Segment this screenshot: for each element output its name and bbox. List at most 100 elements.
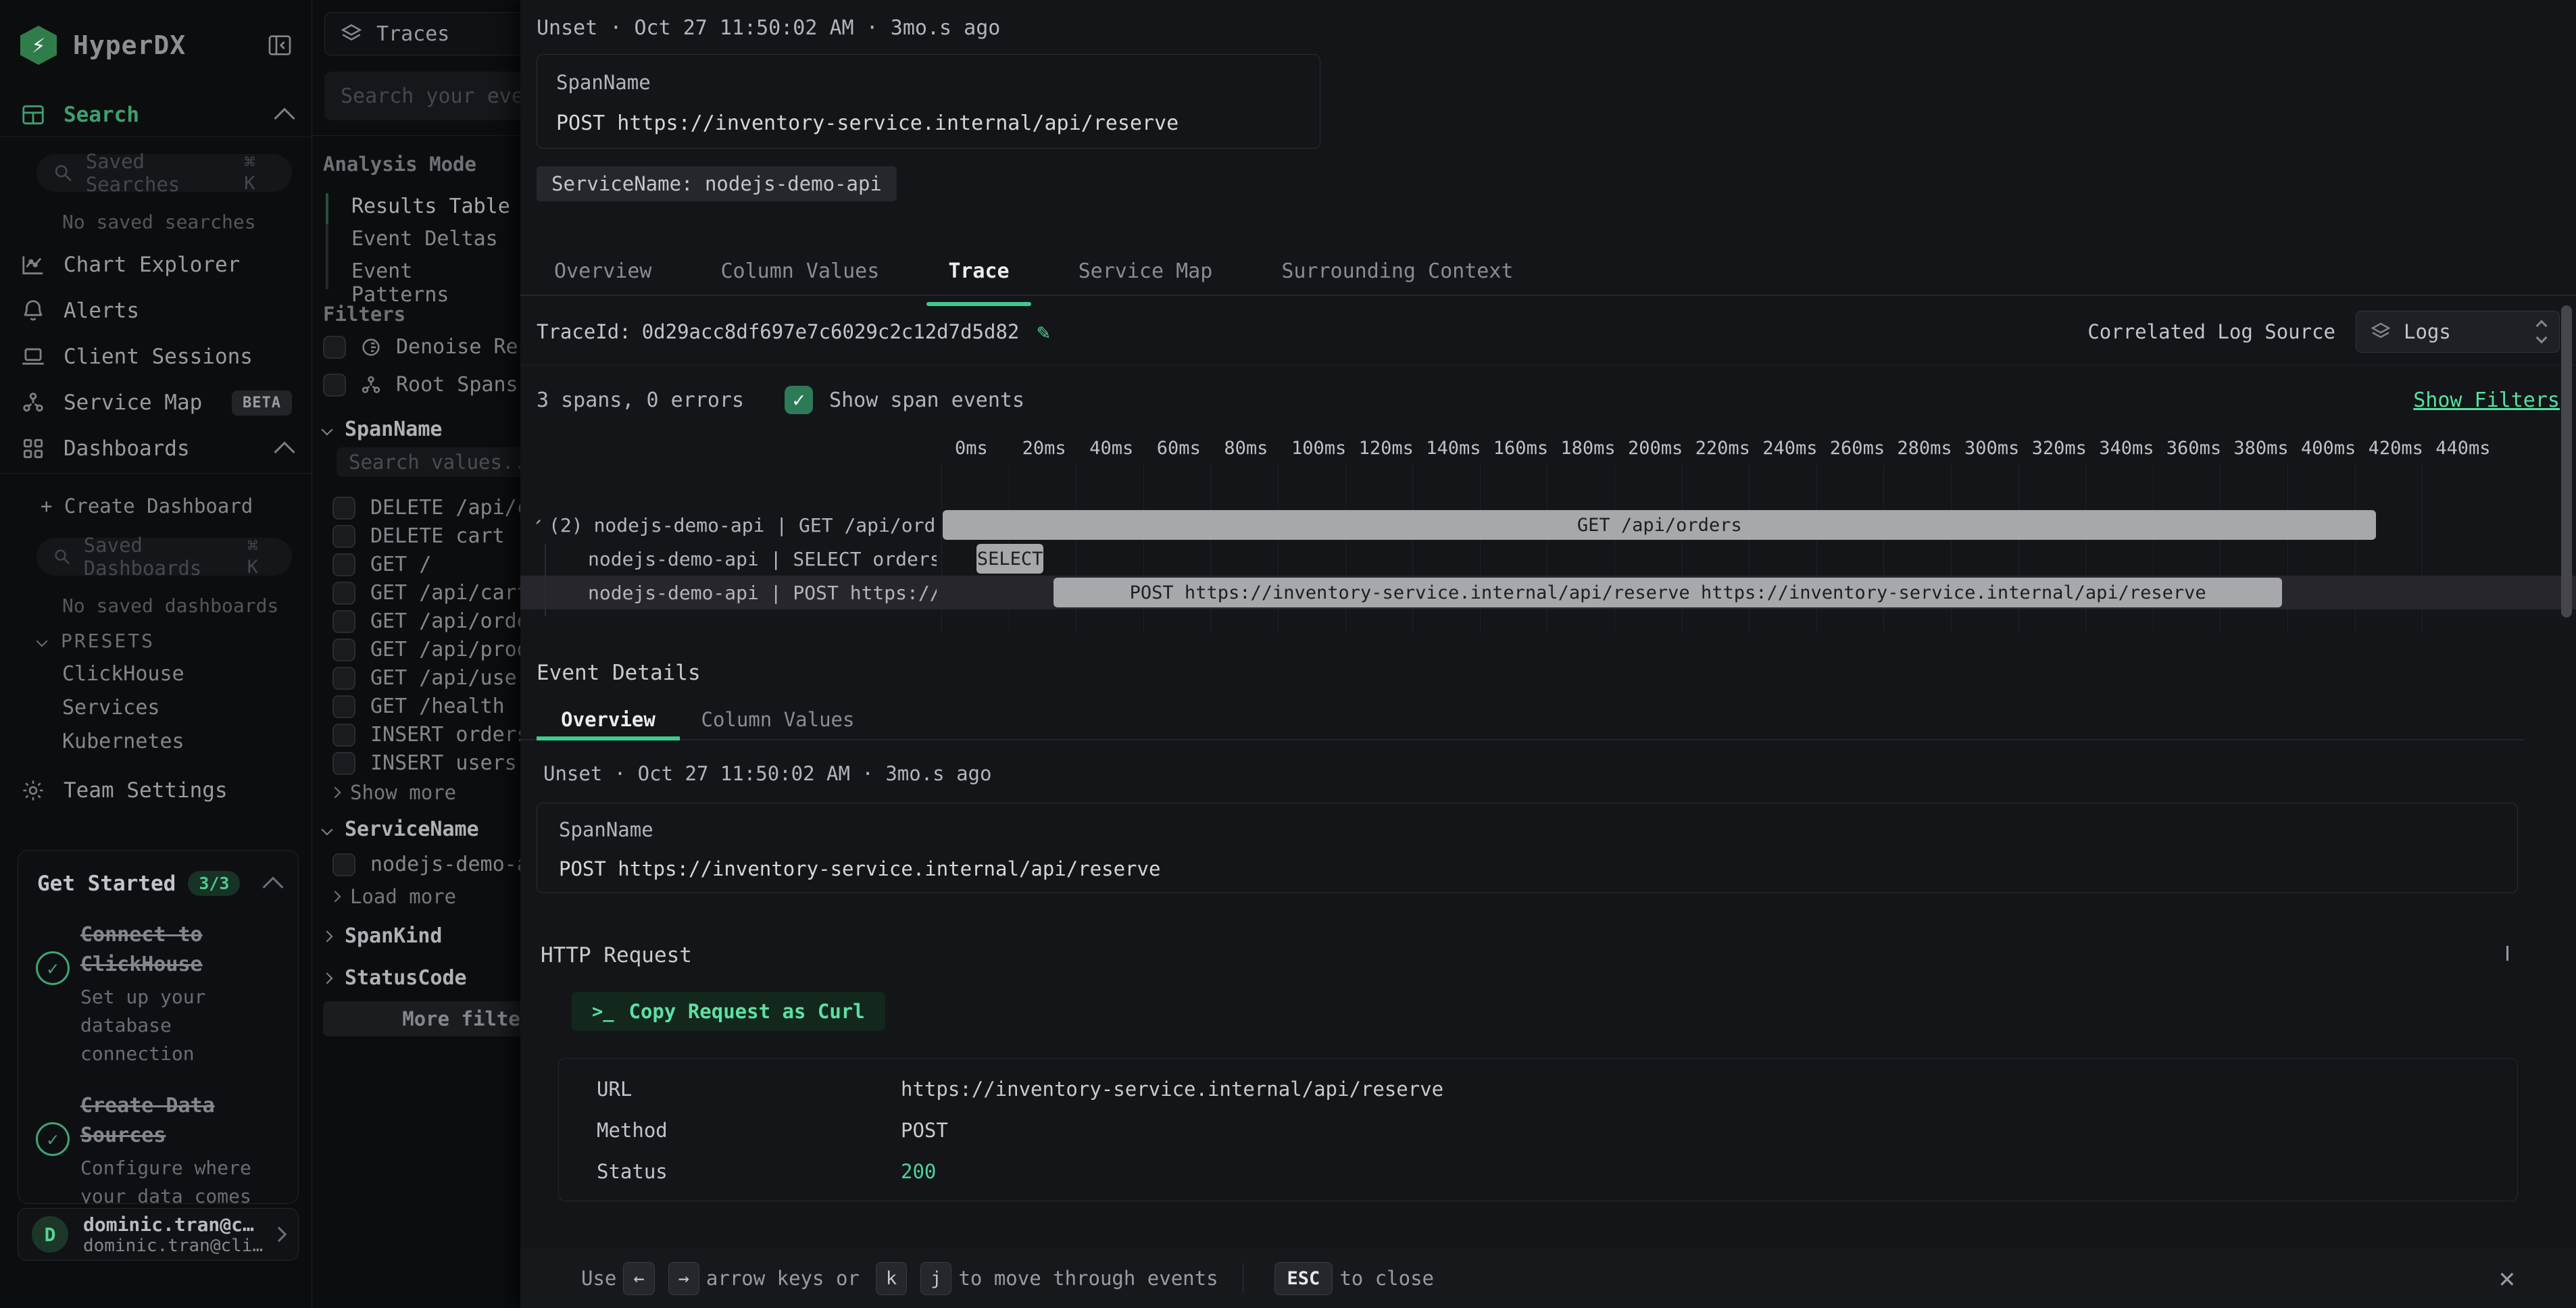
filter-value-label: DELETE /api/cart	[370, 496, 520, 520]
checkbox[interactable]	[332, 853, 355, 876]
span-bar[interactable]: POST https://inventory-service.internal/…	[1054, 578, 2282, 607]
preset-clickhouse[interactable]: ClickHouse	[62, 662, 184, 686]
sidebar-collapse-icon[interactable]	[266, 32, 293, 59]
source-select-value: Traces	[376, 22, 449, 46]
preset-services[interactable]: Services	[62, 696, 160, 720]
timeline-tick-label: 160ms	[1493, 438, 1548, 459]
span-row[interactable]: (2) nodejs-demo-api | GET /api/orders GE…	[520, 508, 2576, 542]
mode-results-table[interactable]: Results Table	[351, 195, 510, 218]
servicename-section-header[interactable]: ServiceName	[323, 818, 479, 841]
chevron-up-icon[interactable]	[262, 876, 283, 897]
chevron-up-icon[interactable]	[274, 107, 295, 128]
filter-value-row[interactable]: GET /api/products	[332, 638, 520, 661]
filter-value-row[interactable]: INSERT users	[332, 751, 517, 775]
checkbox[interactable]	[332, 497, 355, 520]
checkbox[interactable]	[332, 667, 355, 690]
chevron-up-icon[interactable]	[274, 441, 295, 462]
tab-surrounding-context[interactable]: Surrounding Context	[1279, 249, 1516, 294]
edit-pencil-icon[interactable]: ✎	[1037, 319, 1049, 345]
tab-event-overview[interactable]: Overview	[537, 703, 680, 739]
get-started-item[interactable]: ✓ Connect to ClickHouse Set up your data…	[18, 903, 298, 1074]
spans-summary: 3 spans, 0 errors	[537, 388, 744, 412]
show-filters-link[interactable]: Show Filters	[2413, 388, 2560, 412]
spankind-section-header[interactable]: SpanKind	[323, 924, 443, 948]
sidebar-item-client-sessions[interactable]: Client Sessions	[0, 336, 312, 377]
span-bar[interactable]: SELECT	[976, 544, 1044, 574]
correlated-log-source-select[interactable]: Logs	[2356, 311, 2560, 353]
tab-column-values[interactable]: Column Values	[718, 249, 883, 294]
load-more-link[interactable]: Load more	[331, 885, 456, 908]
checkbox[interactable]	[332, 638, 355, 661]
filter-value-row[interactable]: GET /api/users	[332, 666, 520, 690]
sidebar-item-service-map[interactable]: Service Map BETA	[0, 382, 312, 423]
timeline-tick-label: 360ms	[2166, 438, 2221, 459]
mode-event-deltas[interactable]: Event Deltas	[351, 227, 498, 251]
saved-dashboards-input[interactable]: Saved Dashboards ⌘ K	[36, 538, 292, 576]
saved-searches-input[interactable]: Saved Searches ⌘ K	[36, 154, 292, 192]
filter-value-row[interactable]: DELETE cart	[332, 524, 505, 548]
copy-request-as-curl-button[interactable]: >_ Copy Request as Curl	[572, 992, 885, 1031]
presets-header[interactable]: PRESETS	[38, 630, 155, 652]
filter-value-row[interactable]: GET /	[332, 553, 431, 576]
checkbox[interactable]	[332, 695, 355, 718]
show-span-events-checkbox[interactable]: ✓	[785, 386, 813, 414]
checkbox[interactable]	[332, 724, 355, 747]
table-row: Status 200	[559, 1151, 2517, 1192]
tab-event-column-values[interactable]: Column Values	[680, 703, 876, 739]
show-more-link[interactable]: Show more	[331, 781, 456, 804]
user-name: dominic.tran@c…	[83, 1213, 263, 1236]
filter-value-row[interactable]: DELETE /api/cart	[332, 496, 520, 520]
root-spans-only-toggle[interactable]: Root Spans Only	[323, 373, 520, 397]
event-search-input[interactable]: Search your events...	[324, 72, 520, 120]
checkbox[interactable]	[332, 582, 355, 605]
user-menu[interactable]: D dominic.tran@c… dominic.tran@cli…	[18, 1208, 299, 1261]
expand-chevron-icon[interactable]	[537, 520, 541, 526]
more-filters-button[interactable]: More filters	[323, 1001, 520, 1036]
spanname-section-header[interactable]: SpanName	[323, 418, 443, 441]
chevron-right-icon	[330, 891, 341, 903]
spanname-search-input[interactable]: Search values...	[337, 447, 520, 477]
sidebar-item-search[interactable]: Search	[0, 95, 312, 135]
checkbox[interactable]	[332, 752, 355, 775]
service-map-icon	[20, 390, 46, 416]
statuscode-section-header[interactable]: StatusCode	[323, 966, 467, 990]
trace-id-value: 0d29acc8df697e7c6029c2c12d7d5d82	[642, 320, 1020, 343]
get-started-item[interactable]: ✓ Create Data Sources Configure where yo…	[18, 1074, 298, 1204]
divider	[0, 136, 312, 137]
preset-kubernetes[interactable]: Kubernetes	[62, 730, 184, 753]
checkbox[interactable]	[332, 525, 355, 548]
denoise-results-toggle[interactable]: Denoise Results	[323, 335, 520, 359]
span-name-label: SpanName	[556, 71, 1301, 94]
dashboards-grid-icon	[20, 436, 46, 461]
create-dashboard-button[interactable]: + Create Dashboard	[41, 495, 253, 518]
tab-service-map[interactable]: Service Map	[1076, 249, 1216, 294]
sidebar-item-chart-explorer[interactable]: Chart Explorer	[0, 245, 312, 285]
span-row-selected[interactable]: nodejs-demo-api | POST https://invento P…	[520, 576, 2576, 609]
service-name-chip[interactable]: ServiceName: nodejs-demo-api	[537, 166, 897, 201]
tab-overview[interactable]: Overview	[551, 249, 655, 294]
close-icon[interactable]: ✕	[2499, 1263, 2515, 1294]
sidebar-item-team-settings[interactable]: Team Settings	[0, 770, 312, 811]
span-bar[interactable]: GET /api/orders	[943, 510, 2376, 540]
filter-value-row[interactable]: GET /api/cart	[332, 581, 520, 605]
load-more-label: Load more	[350, 885, 456, 908]
tab-trace[interactable]: Trace	[945, 249, 1012, 294]
mode-event-patterns[interactable]: Event Patterns	[351, 259, 520, 307]
filter-value-row[interactable]: GET /health	[332, 695, 505, 718]
collapse-section-icon[interactable]	[2506, 946, 2508, 959]
scrollbar-thumb[interactable]	[2561, 305, 2572, 618]
get-started-item-title: Connect to ClickHouse	[80, 920, 284, 979]
source-select[interactable]: Traces	[324, 12, 520, 55]
checkbox[interactable]	[332, 610, 355, 633]
checkbox[interactable]	[323, 374, 346, 397]
checkbox[interactable]	[332, 553, 355, 576]
checkbox[interactable]	[323, 336, 346, 359]
sidebar-item-dashboards[interactable]: Dashboards	[0, 428, 312, 469]
span-row[interactable]: nodejs-demo-api | SELECT orders SELECT	[520, 542, 2576, 576]
filter-value-row[interactable]: nodejs-demo-api	[332, 853, 520, 876]
sidebar-item-alerts[interactable]: Alerts	[0, 291, 312, 331]
filter-value-row[interactable]: GET /api/orders	[332, 609, 520, 633]
timeline-tick-label: 380ms	[2233, 438, 2288, 459]
filter-value-row[interactable]: INSERT orders	[332, 723, 520, 747]
filter-value-label: GET /api/orders	[370, 609, 520, 633]
